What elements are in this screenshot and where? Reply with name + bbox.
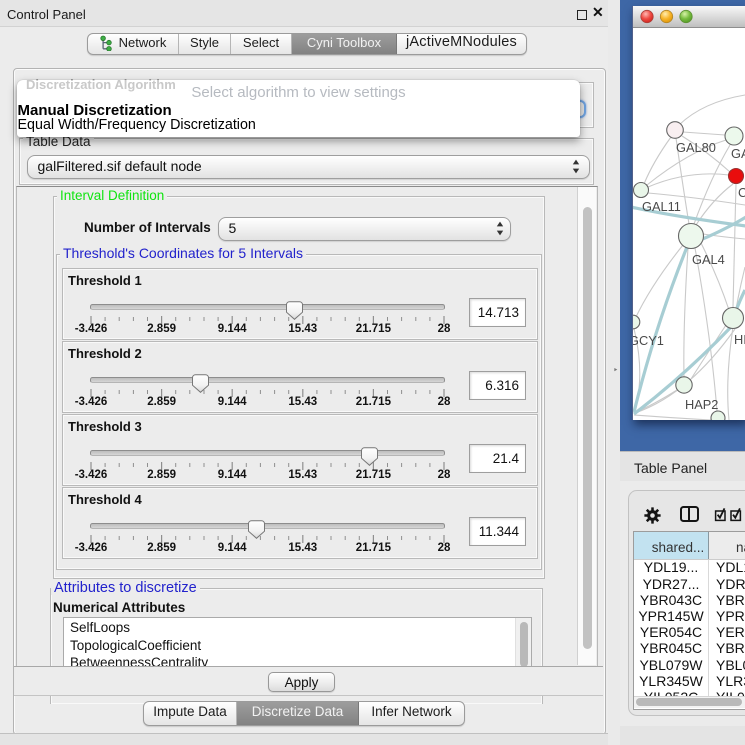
svg-text:GAL4: GAL4	[692, 252, 725, 267]
svg-text:GAL80: GAL80	[676, 140, 716, 155]
svg-text:GA: GA	[731, 146, 745, 161]
svg-text:HAP2: HAP2	[685, 397, 718, 412]
svg-text:GCY1: GCY1	[633, 333, 664, 348]
svg-text:C: C	[738, 185, 745, 200]
svg-text:HI: HI	[734, 332, 745, 347]
svg-text:GAL11: GAL11	[642, 199, 681, 214]
